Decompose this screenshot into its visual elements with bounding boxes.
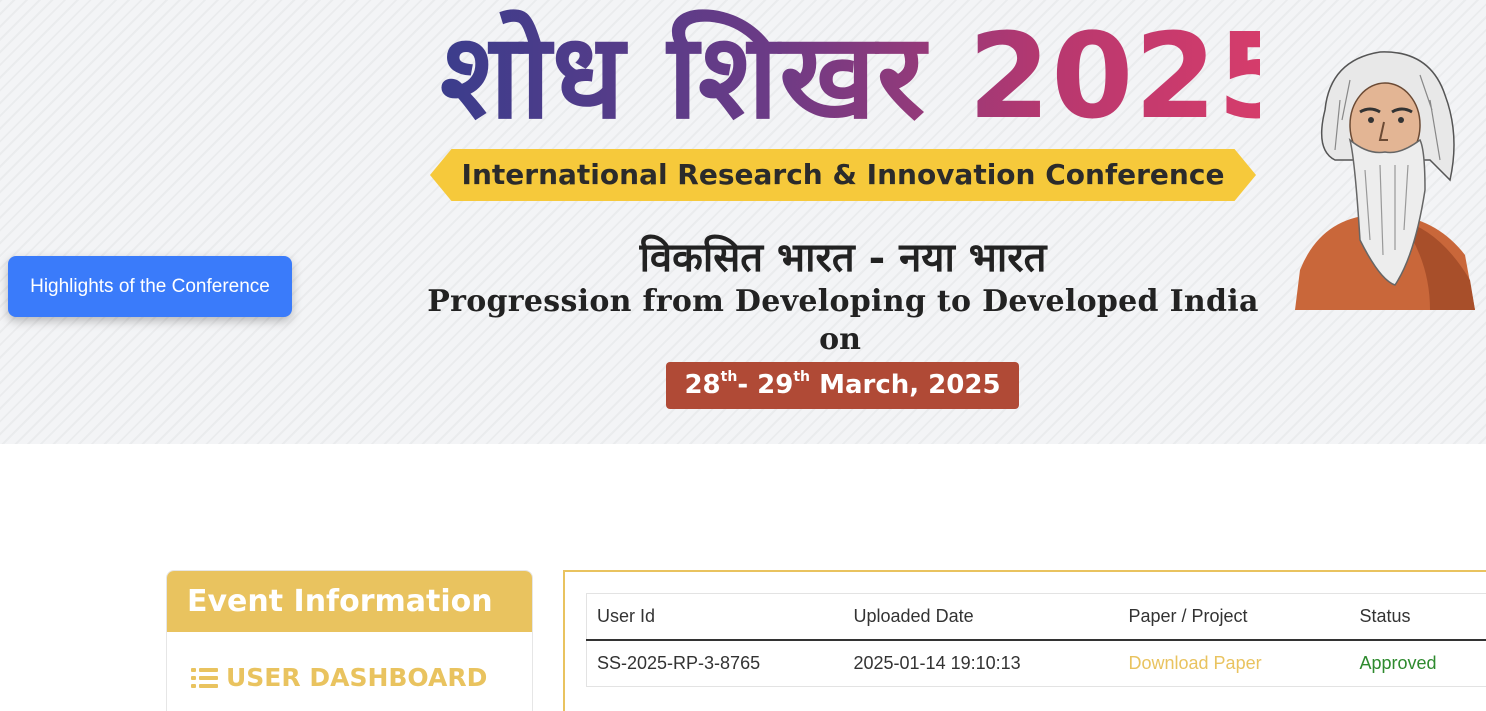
poet-portrait-illustration (1295, 51, 1475, 310)
banner-subtitle: International Research & Innovation Conf… (461, 158, 1225, 191)
date-separator: - (737, 370, 758, 400)
banner-subtitle-ribbon: International Research & Innovation Conf… (430, 149, 1256, 201)
cell-user-id: SS-2025-RP-3-8765 (597, 652, 761, 673)
date-day2-suffix: th (793, 369, 811, 385)
conference-date-badge: 28th- 29th March, 2025 (666, 362, 1019, 409)
status-badge: Approved (1359, 652, 1437, 673)
date-day1-suffix: th (720, 369, 738, 385)
column-header-paper-project: Paper / Project (1118, 593, 1350, 641)
highlights-of-conference-button[interactable]: Highlights of the Conference (8, 256, 292, 317)
conference-banner: शोध शिखर 2025 International Research & I… (0, 0, 1486, 444)
uploaded-papers-panel: User Id Uploaded Date Paper / Project St… (563, 570, 1486, 711)
banner-tagline-english: Progression from Developing to Developed… (427, 284, 1259, 319)
user-dashboard-label: USER DASHBOARD (226, 663, 488, 692)
table-row: SS-2025-RP-3-8765 2025-01-14 19:10:13 Do… (587, 640, 1486, 687)
banner-title-hindi: शोध शिखर 2025 (440, 7, 1301, 145)
download-paper-link[interactable]: Download Paper (1129, 653, 1262, 673)
event-information-panel: Event Information USER DASHBOARD (166, 570, 533, 711)
banner-tagline-hindi: विकसित भारत - नया भारत (639, 234, 1047, 281)
banner-on-text: on (819, 322, 861, 357)
column-header-uploaded-date: Uploaded Date (843, 593, 1119, 641)
event-information-header: Event Information (167, 571, 532, 632)
table-header-row: User Id Uploaded Date Paper / Project St… (586, 593, 1486, 641)
cell-uploaded-date: 2025-01-14 19:10:13 (853, 652, 1021, 673)
uploaded-papers-table: User Id Uploaded Date Paper / Project St… (586, 593, 1486, 687)
column-header-user-id: User Id (586, 593, 844, 641)
column-header-status: Status (1349, 593, 1486, 641)
date-day1: 28 (684, 370, 721, 400)
user-dashboard-link[interactable]: USER DASHBOARD (191, 663, 487, 692)
list-icon (191, 667, 218, 688)
date-day2: 29 (757, 370, 794, 400)
date-month-year: March, 2025 (819, 370, 1001, 400)
